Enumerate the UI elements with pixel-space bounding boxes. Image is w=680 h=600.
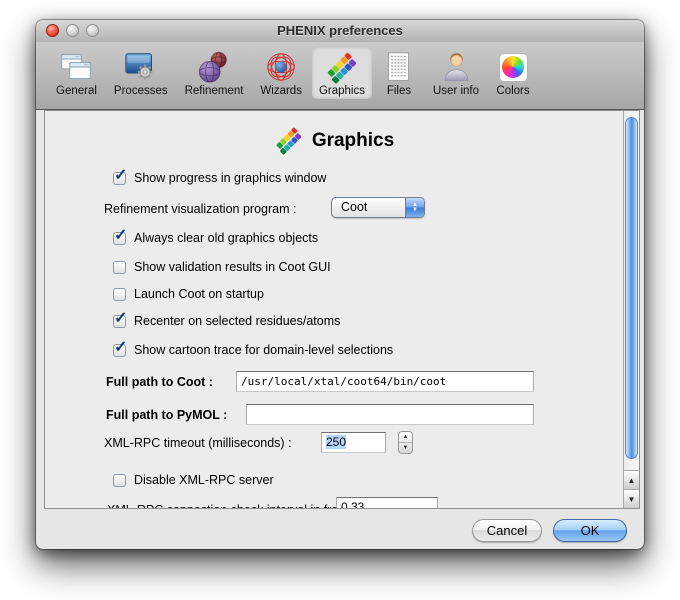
pymol-path-label: Full path to PyMOL : xyxy=(106,408,227,422)
checkmark-icon: ✓ xyxy=(114,337,127,357)
scroll-down-button[interactable]: ▼ xyxy=(624,489,639,508)
validation-results-checkbox[interactable]: ✓ xyxy=(113,261,126,274)
viz-program-label: Refinement visualization program : xyxy=(104,202,296,216)
field-value: 250 xyxy=(326,435,346,449)
coot-path-field[interactable]: /usr/local/xtal/coot64/bin/coot xyxy=(236,371,534,392)
row-launch-coot: ✓ Launch Coot on startup xyxy=(113,285,264,303)
desktop: PHENIX preferences General Processes Ref… xyxy=(0,0,680,600)
scroll-down-icon: ▼ xyxy=(628,495,636,504)
tab-files[interactable]: Files xyxy=(375,47,423,99)
checkbox-label: Show cartoon trace for domain-level sele… xyxy=(134,343,393,357)
tab-label: Wizards xyxy=(260,85,302,97)
checkbox-label: Disable XML-RPC server xyxy=(134,473,274,487)
scrollbar[interactable]: ▲ ▼ xyxy=(623,111,639,508)
tab-wizards[interactable]: Wizards xyxy=(253,47,309,99)
pane-title: Graphics xyxy=(312,130,394,152)
traffic-lights xyxy=(46,24,99,37)
viz-program-popup[interactable]: Coot ▲▼ xyxy=(331,197,425,218)
checkbox-label: Show progress in graphics window xyxy=(134,171,326,185)
stepper-up-icon[interactable]: ▲ xyxy=(399,432,412,443)
pane-heading: Graphics xyxy=(45,126,623,155)
row-clear-objects: ✓ Always clear old graphics objects xyxy=(113,229,318,247)
tab-label: Files xyxy=(387,85,411,97)
field-value: 0.33 xyxy=(341,500,364,508)
colors-icon xyxy=(496,50,530,84)
tab-user-info[interactable]: User info xyxy=(426,47,486,99)
zoom-button xyxy=(86,24,99,37)
row-validation-results: ✓ Show validation results in Coot GUI xyxy=(113,258,331,276)
checkmark-icon: ✓ xyxy=(114,308,127,328)
content-area: Graphics ✓ Show progress in graphics win… xyxy=(44,110,640,509)
stepper-down-icon[interactable]: ▼ xyxy=(399,443,412,453)
xmlrpc-timeout-label: XML-RPC timeout (milliseconds) : xyxy=(104,436,292,450)
cancel-button[interactable]: Cancel xyxy=(472,519,542,542)
checkbox-label: Always clear old graphics objects xyxy=(134,231,318,245)
row-show-progress: ✓ Show progress in graphics window xyxy=(113,169,326,187)
tab-label: General xyxy=(56,85,97,97)
tab-processes[interactable]: Processes xyxy=(107,47,175,99)
tab-label: Graphics xyxy=(319,85,365,97)
wizards-icon xyxy=(264,50,298,84)
graphics-icon xyxy=(325,50,359,84)
toolbar: General Processes Refinement Wizards Gra… xyxy=(36,42,644,110)
titlebar[interactable]: PHENIX preferences xyxy=(36,20,644,42)
pymol-path-field[interactable] xyxy=(246,404,534,425)
graphics-pane: Graphics ✓ Show progress in graphics win… xyxy=(45,111,623,508)
tab-label: Colors xyxy=(496,85,529,97)
checkbox-label: Show validation results in Coot GUI xyxy=(134,260,331,274)
graphics-icon xyxy=(274,126,303,155)
checkmark-icon: ✓ xyxy=(114,165,127,185)
disable-xmlrpc-checkbox[interactable]: ✓ xyxy=(113,474,126,487)
popup-arrows-icon: ▲▼ xyxy=(405,198,424,217)
field-value: /usr/local/xtal/coot64/bin/coot xyxy=(241,375,446,388)
recenter-checkbox[interactable]: ✓ xyxy=(113,315,126,328)
tab-graphics[interactable]: Graphics xyxy=(312,47,372,99)
clear-objects-checkbox[interactable]: ✓ xyxy=(113,232,126,245)
tab-general[interactable]: General xyxy=(49,47,104,99)
close-button[interactable] xyxy=(46,24,59,37)
refinement-icon xyxy=(197,50,231,84)
ok-button[interactable]: OK xyxy=(553,519,627,542)
clipped-row-field[interactable]: 0.33 xyxy=(336,497,438,508)
checkbox-label: Launch Coot on startup xyxy=(134,287,264,301)
show-progress-checkbox[interactable]: ✓ xyxy=(113,172,126,185)
user-info-icon xyxy=(439,50,473,84)
popup-value: Coot xyxy=(332,198,405,217)
window-title: PHENIX preferences xyxy=(36,20,644,42)
tab-colors[interactable]: Colors xyxy=(489,47,537,99)
xmlrpc-timeout-field[interactable]: 250 xyxy=(321,432,386,453)
scroll-up-button[interactable]: ▲ xyxy=(624,470,639,489)
processes-icon xyxy=(124,50,158,84)
scrollbar-thumb[interactable] xyxy=(625,117,638,459)
tab-label: Refinement xyxy=(185,85,244,97)
cartoon-trace-checkbox[interactable]: ✓ xyxy=(113,344,126,357)
tab-label: User info xyxy=(433,85,479,97)
minimize-button xyxy=(66,24,79,37)
files-icon xyxy=(382,50,416,84)
scroll-up-icon: ▲ xyxy=(628,476,636,485)
coot-path-label: Full path to Coot : xyxy=(106,375,213,389)
general-icon xyxy=(59,50,93,84)
row-recenter: ✓ Recenter on selected residues/atoms xyxy=(113,312,340,330)
clipped-row-label: XML-RPC connection check interval in fra… xyxy=(107,503,369,508)
checkmark-icon: ✓ xyxy=(114,225,127,245)
footer: Cancel OK xyxy=(36,509,644,549)
preferences-window: PHENIX preferences General Processes Ref… xyxy=(36,20,644,549)
timeout-stepper[interactable]: ▲ ▼ xyxy=(398,431,413,454)
tab-refinement[interactable]: Refinement xyxy=(178,47,251,99)
launch-coot-checkbox[interactable]: ✓ xyxy=(113,288,126,301)
row-disable-xmlrpc: ✓ Disable XML-RPC server xyxy=(113,471,274,489)
checkbox-label: Recenter on selected residues/atoms xyxy=(134,314,340,328)
row-cartoon-trace: ✓ Show cartoon trace for domain-level se… xyxy=(113,341,393,359)
tab-label: Processes xyxy=(114,85,168,97)
